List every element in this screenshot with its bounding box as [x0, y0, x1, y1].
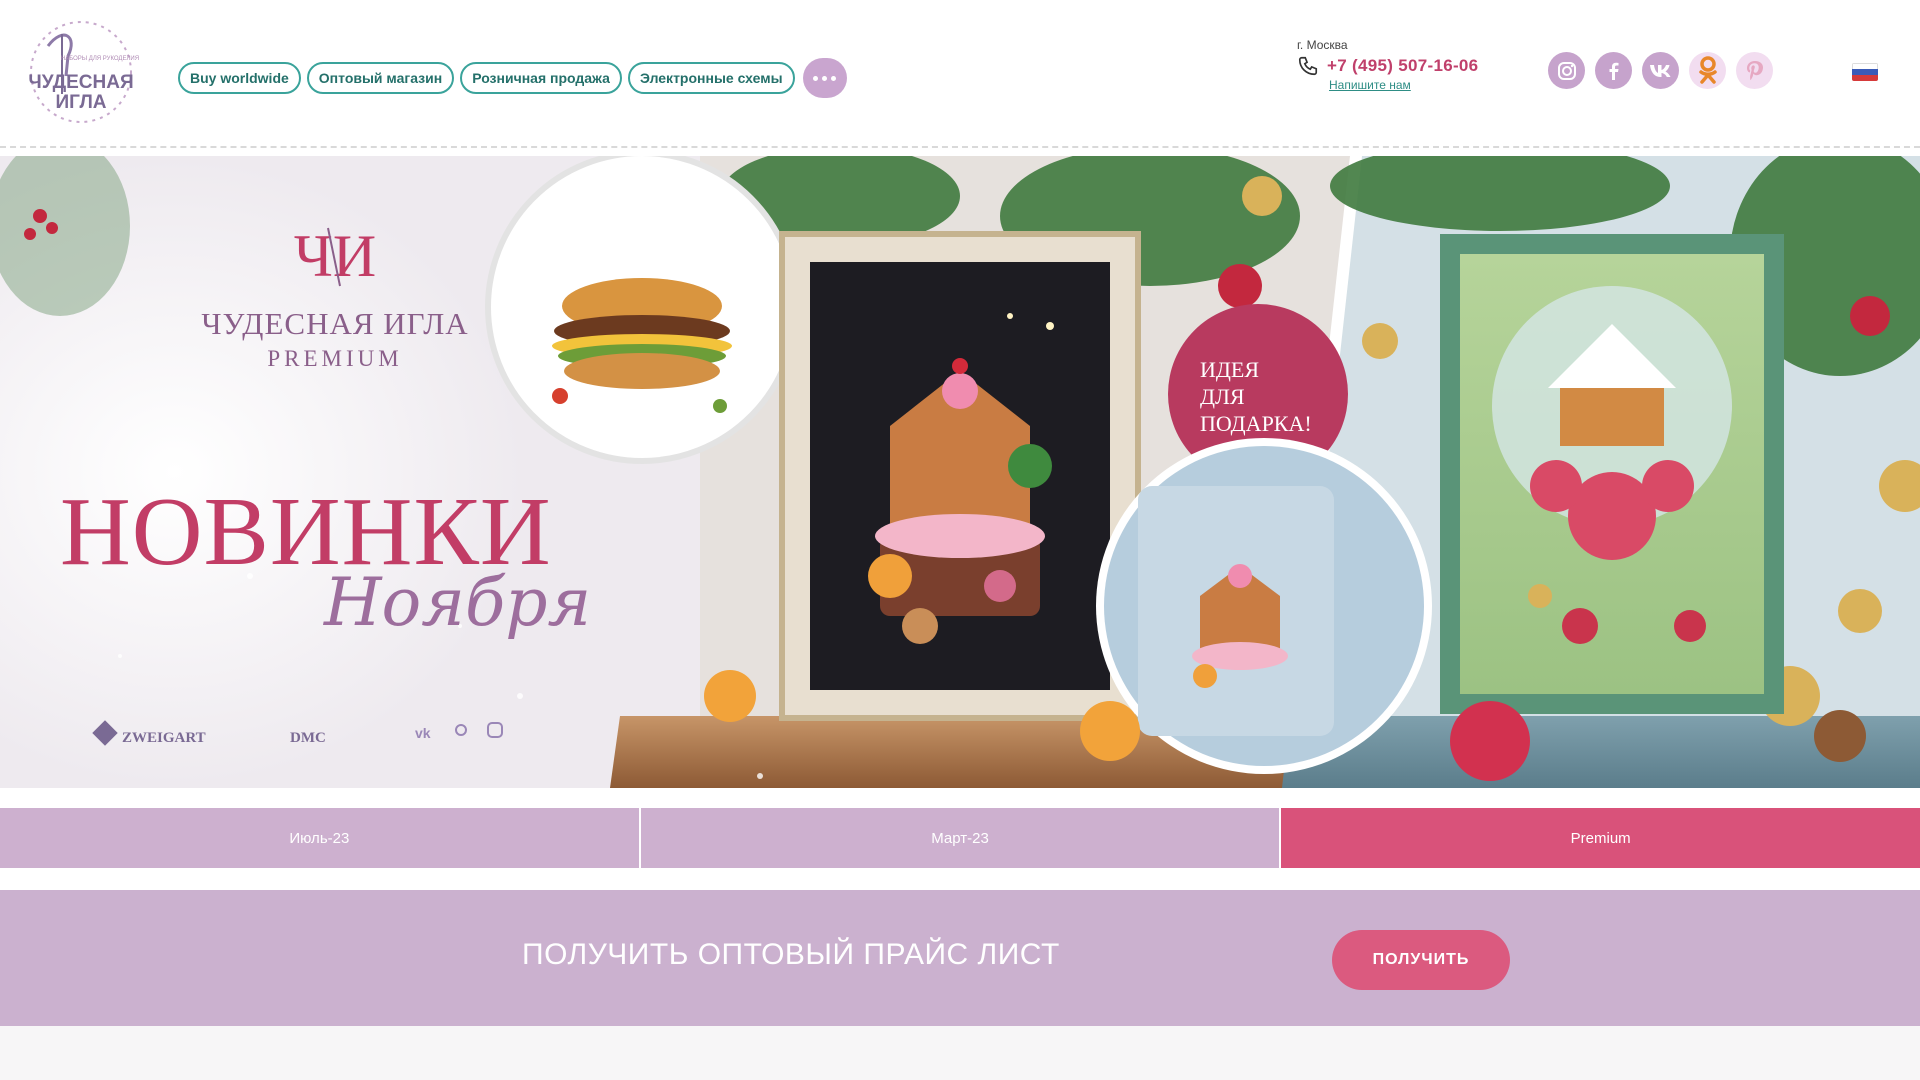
city-label: г. Москва [1297, 38, 1348, 52]
logo-text: ЧУДЕСНАЯ [28, 72, 133, 93]
svg-text:ИГЛА: ИГЛА [55, 92, 106, 113]
phone-number[interactable]: +7 (495) 507-16-06 [1327, 56, 1478, 76]
header-divider [0, 146, 1920, 148]
dmc-logo: DMC [290, 730, 326, 746]
tab-march-23[interactable]: Март-23 [640, 808, 1282, 868]
decorative-pattern-strip [0, 1026, 1920, 1080]
phone-icon [1298, 56, 1318, 76]
top-nav: Buy worldwide Оптовый магазин Розничная … [178, 58, 847, 98]
social-links [1548, 52, 1773, 89]
nav-e-schemes[interactable]: Электронные схемы [627, 62, 795, 94]
get-price-list-button[interactable]: ПОЛУЧИТЬ [1332, 930, 1510, 990]
site-header: ЧУДЕСНАЯ ИГЛА НАБОРЫ ДЛЯ РУКОДЕЛИЯ Buy w… [0, 0, 1920, 148]
svg-text:ЧИ: ЧИ [294, 223, 376, 289]
tab-july-23[interactable]: Июль-23 [0, 808, 641, 868]
promo-banner[interactable]: ЧИ vk ЧУДЕСНАЯ ИГЛА PREMIUM НОВИНКИ Нояб… [0, 156, 1920, 788]
tab-premium[interactable]: Premium [1281, 808, 1920, 868]
pinterest-icon[interactable] [1736, 52, 1773, 89]
svg-text:НАБОРЫ ДЛЯ РУКОДЕЛИЯ: НАБОРЫ ДЛЯ РУКОДЕЛИЯ [61, 56, 139, 62]
banner-headline-sub: Ноября [324, 564, 592, 641]
svg-text:vk: vk [415, 725, 431, 741]
nav-buy-worldwide[interactable]: Buy worldwide [178, 62, 301, 94]
price-list-label: ПОЛУЧИТЬ ОПТОВЫЙ ПРАЙС ЛИСТ [522, 938, 1060, 971]
banner-artwork: ЧИ vk [0, 156, 1920, 788]
ellipsis-icon [813, 75, 819, 81]
price-list-bar: ПОЛУЧИТЬ ОПТОВЫЙ ПРАЙС ЛИСТ ПОЛУЧИТЬ [0, 890, 1920, 1026]
gift-idea-badge: ИДЕЯ ДЛЯ ПОДАРКА! [1200, 357, 1312, 436]
nav-wholesale-store[interactable]: Оптовый магазин [306, 62, 455, 94]
russia-flag-icon[interactable] [1852, 63, 1878, 81]
odnoklassniki-icon[interactable] [1689, 52, 1726, 89]
banner-brand-sub: PREMIUM [267, 346, 403, 371]
write-us-link[interactable]: Напишите нам [1329, 78, 1527, 92]
banner-brand-name: ЧУДЕСНАЯ ИГЛА [201, 306, 469, 341]
contact-block: г. Москва +7 (495) 507-16-06 Напишите на… [1297, 38, 1527, 92]
vk-icon[interactable] [1642, 52, 1679, 89]
site-logo[interactable]: ЧУДЕСНАЯ ИГЛА НАБОРЫ ДЛЯ РУКОДЕЛИЯ [18, 16, 144, 126]
nav-retail[interactable]: Розничная продажа [460, 62, 622, 94]
collection-tabs: Июль-23 Март-23 Premium [0, 808, 1920, 868]
instagram-icon[interactable] [1548, 52, 1585, 89]
zweigart-logo: ZWEIGART [122, 730, 206, 746]
more-menu-button[interactable] [802, 58, 847, 98]
facebook-icon[interactable] [1595, 52, 1632, 89]
